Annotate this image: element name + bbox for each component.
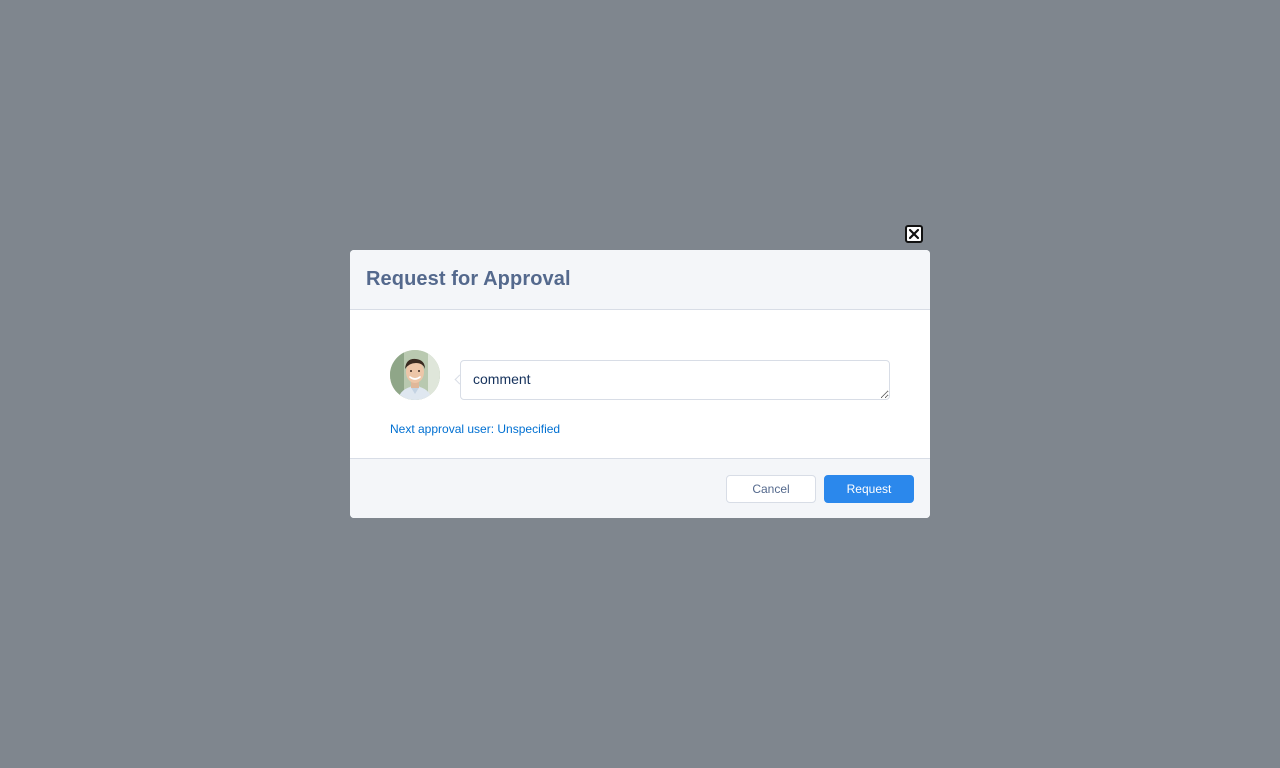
next-approval-user-link[interactable]: Next approval user: Unspecified — [390, 422, 560, 436]
cancel-button[interactable]: Cancel — [726, 475, 816, 503]
modal-footer: Cancel Request — [350, 458, 930, 518]
user-avatar — [390, 350, 440, 400]
modal-header: Request for Approval — [350, 250, 930, 310]
close-button[interactable] — [905, 225, 923, 243]
close-icon — [908, 228, 920, 240]
avatar-icon — [390, 350, 440, 400]
modal-body: Next approval user: Unspecified — [350, 310, 930, 458]
modal-title: Request for Approval — [366, 268, 571, 290]
request-button[interactable]: Request — [824, 475, 914, 503]
comment-field[interactable] — [460, 360, 890, 400]
approval-modal: Request for Approval Next approval user:… — [350, 250, 930, 518]
